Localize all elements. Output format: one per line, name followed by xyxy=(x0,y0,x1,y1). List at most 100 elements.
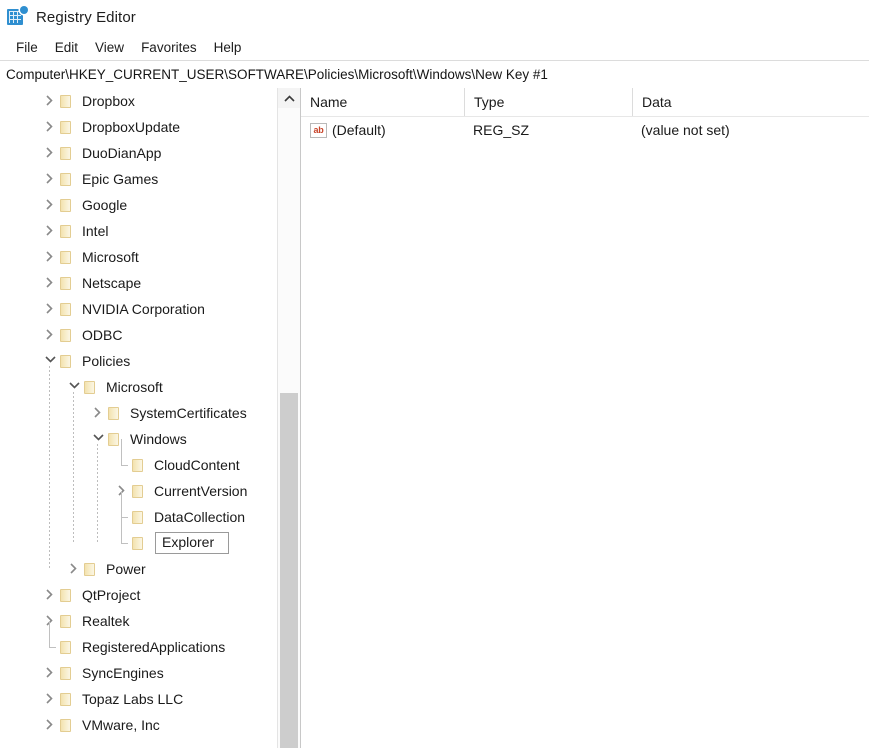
registry-tree[interactable]: Dropbox DropboxUpdate DuoDianApp Epic Games… xyxy=(0,88,278,748)
chevron-down-icon[interactable] xyxy=(42,348,58,374)
folder-icon xyxy=(130,484,147,499)
tree-item-power[interactable]: Power xyxy=(0,556,278,582)
folder-icon xyxy=(58,250,75,265)
folder-icon xyxy=(58,328,75,343)
tree-item-realtek[interactable]: Realtek xyxy=(0,608,278,634)
tree-connector xyxy=(114,504,130,530)
folder-icon xyxy=(58,224,75,239)
folder-icon xyxy=(106,406,123,421)
menu-favorites[interactable]: Favorites xyxy=(133,38,206,57)
tree-item-qtproject[interactable]: QtProject xyxy=(0,582,278,608)
menu-edit[interactable]: Edit xyxy=(47,38,87,57)
tree-item-duodianapp[interactable]: DuoDianApp xyxy=(0,140,278,166)
tree-item-intel[interactable]: Intel xyxy=(0,218,278,244)
tree-item-topaz-labs-llc[interactable]: Topaz Labs LLC xyxy=(0,686,278,712)
tree-item-microsoft[interactable]: Microsoft xyxy=(0,374,278,400)
content-area: Dropbox DropboxUpdate DuoDianApp Epic Games… xyxy=(0,88,869,748)
table-row[interactable]: ab (Default) REG_SZ (value not set) xyxy=(301,117,869,143)
scroll-up-button[interactable] xyxy=(278,88,300,108)
tree-item-dropboxupdate[interactable]: DropboxUpdate xyxy=(0,114,278,140)
menu-bar: File Edit View Favorites Help xyxy=(0,34,869,61)
tree-item-registeredapplications[interactable]: RegisteredApplications xyxy=(0,634,278,660)
tree-item-epic-games[interactable]: Epic Games xyxy=(0,166,278,192)
tree-item-label: DropboxUpdate xyxy=(82,119,184,135)
value-name-label: (Default) xyxy=(332,122,386,138)
tree-item-label: SyncEngines xyxy=(82,665,168,681)
chevron-right-icon[interactable] xyxy=(42,88,58,114)
chevron-right-icon[interactable] xyxy=(66,556,82,582)
chevron-right-icon[interactable] xyxy=(42,244,58,270)
tree-item-label: CurrentVersion xyxy=(154,483,251,499)
chevron-right-icon[interactable] xyxy=(42,686,58,712)
chevron-right-icon[interactable] xyxy=(42,192,58,218)
tree-item-datacollection[interactable]: DataCollection xyxy=(0,504,278,530)
column-header-data[interactable]: Data xyxy=(632,88,869,116)
chevron-down-icon[interactable] xyxy=(66,374,82,400)
column-header-type[interactable]: Type xyxy=(464,88,632,116)
tree-item-label: CloudContent xyxy=(154,457,244,473)
tree-item-explorer[interactable]: Explorer xyxy=(0,530,278,556)
tree-item-label: Dropbox xyxy=(82,93,139,109)
chevron-right-icon[interactable] xyxy=(42,608,58,634)
folder-icon xyxy=(58,120,75,135)
tree-item-label: Epic Games xyxy=(82,171,162,187)
tree-item-netscape[interactable]: Netscape xyxy=(0,270,278,296)
value-name-cell: ab (Default) xyxy=(301,117,464,143)
folder-icon xyxy=(58,588,75,603)
tree-item-vmware-inc[interactable]: VMware, Inc xyxy=(0,712,278,738)
rename-input[interactable]: Explorer xyxy=(155,532,229,554)
chevron-right-icon[interactable] xyxy=(42,322,58,348)
chevron-right-icon[interactable] xyxy=(42,270,58,296)
tree-connector xyxy=(114,452,130,478)
folder-icon xyxy=(58,666,75,681)
tree-item-cloudcontent[interactable]: CloudContent xyxy=(0,452,278,478)
chevron-right-icon[interactable] xyxy=(42,582,58,608)
tree-item-systemcertificates[interactable]: SystemCertificates xyxy=(0,400,278,426)
tree-item-windows[interactable]: Windows xyxy=(0,426,278,452)
column-header-name[interactable]: Name xyxy=(301,88,464,116)
menu-file[interactable]: File xyxy=(8,38,47,57)
values-header-row: Name Type Data xyxy=(301,88,869,117)
folder-icon xyxy=(58,718,75,733)
chevron-right-icon[interactable] xyxy=(42,114,58,140)
chevron-right-icon[interactable] xyxy=(42,218,58,244)
folder-icon xyxy=(58,354,75,369)
chevron-right-icon[interactable] xyxy=(42,140,58,166)
tree-item-label: Windows xyxy=(130,431,191,447)
tree-item-label: Google xyxy=(82,197,131,213)
folder-icon xyxy=(130,536,147,551)
address-bar[interactable]: Computer\HKEY_CURRENT_USER\SOFTWARE\Poli… xyxy=(0,61,869,89)
tree-item-label: Microsoft xyxy=(106,379,167,395)
folder-icon xyxy=(58,146,75,161)
scroll-thumb[interactable] xyxy=(280,393,298,748)
tree-item-currentversion[interactable]: CurrentVersion xyxy=(0,478,278,504)
tree-item-microsoft[interactable]: Microsoft xyxy=(0,244,278,270)
tree-connector xyxy=(42,634,58,660)
folder-icon xyxy=(130,510,147,525)
tree-item-label: Intel xyxy=(82,223,112,239)
folder-icon xyxy=(58,640,75,655)
tree-item-label: Power xyxy=(106,561,150,577)
chevron-right-icon[interactable] xyxy=(42,296,58,322)
tree-item-label: DuoDianApp xyxy=(82,145,165,161)
tree-item-odbc[interactable]: ODBC xyxy=(0,322,278,348)
menu-help[interactable]: Help xyxy=(206,38,251,57)
chevron-right-icon[interactable] xyxy=(90,400,106,426)
chevron-right-icon[interactable] xyxy=(114,478,130,504)
tree-vertical-scrollbar[interactable] xyxy=(277,88,300,748)
menu-view[interactable]: View xyxy=(87,38,133,57)
chevron-down-icon[interactable] xyxy=(90,426,106,452)
tree-item-google[interactable]: Google xyxy=(0,192,278,218)
tree-item-syncengines[interactable]: SyncEngines xyxy=(0,660,278,686)
folder-icon xyxy=(130,458,147,473)
string-value-icon-text: ab xyxy=(314,126,324,135)
chevron-right-icon[interactable] xyxy=(42,660,58,686)
chevron-right-icon[interactable] xyxy=(42,712,58,738)
tree-item-policies[interactable]: Policies xyxy=(0,348,278,374)
tree-item-nvidia-corporation[interactable]: NVIDIA Corporation xyxy=(0,296,278,322)
title-bar: Registry Editor xyxy=(0,0,869,34)
tree-item-dropbox[interactable]: Dropbox xyxy=(0,88,278,114)
chevron-right-icon[interactable] xyxy=(42,166,58,192)
string-value-icon: ab xyxy=(310,123,327,138)
tree-item-label: QtProject xyxy=(82,587,144,603)
